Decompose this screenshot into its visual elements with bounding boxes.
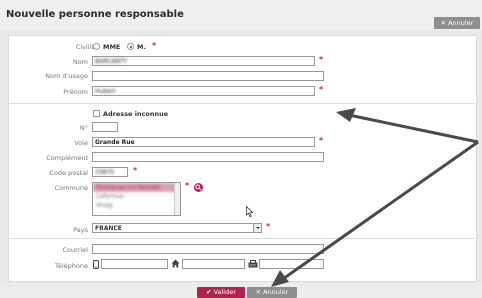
annotation-arrows — [271, 108, 479, 287]
